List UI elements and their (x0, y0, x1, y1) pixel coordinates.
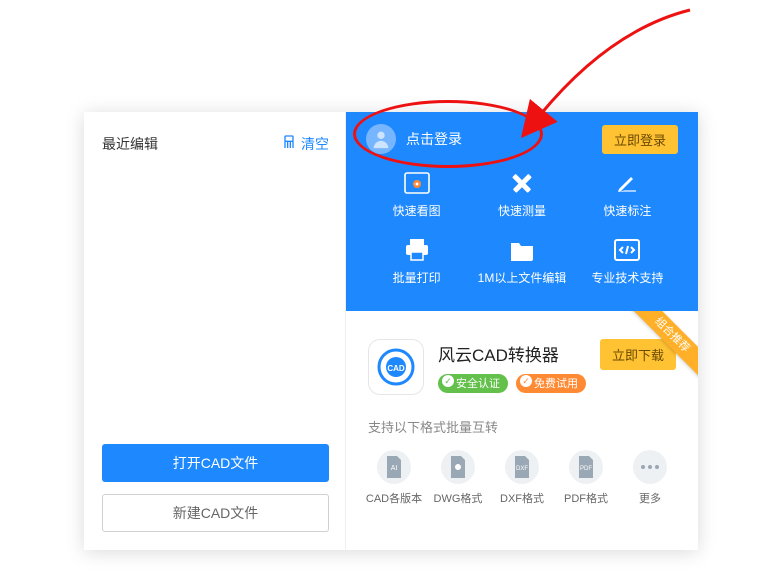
new-cad-button[interactable]: 新建CAD文件 (102, 494, 329, 532)
clear-icon (281, 134, 297, 155)
app-window: 最近编辑 清空 打开CAD文件 新建CAD文件 (84, 112, 698, 550)
right-pane: 点击登录 立即登录 快速看图 (346, 112, 698, 550)
blue-feature-block: 点击登录 立即登录 快速看图 (346, 112, 698, 311)
login-row: 点击登录 立即登录 (366, 112, 678, 166)
feature-grid: 快速看图 快速测量 (366, 166, 678, 286)
promo-info: 风云CAD转换器 安全认证 免费试用 (438, 341, 586, 393)
svg-text:CAD: CAD (387, 364, 405, 373)
left-header: 最近编辑 清空 (102, 130, 329, 158)
file-ai-icon: AI (377, 450, 411, 484)
folder-icon (509, 237, 535, 263)
file-pdf-icon: PDF (569, 450, 603, 484)
feature-quick-annotate[interactable]: 快速标注 (577, 170, 678, 219)
promo-title: 风云CAD转换器 (438, 341, 586, 366)
file-dwg-icon (441, 450, 475, 484)
ruler-cross-icon (509, 170, 535, 196)
login-now-button[interactable]: 立即登录 (602, 125, 678, 154)
format-row: AI CAD各版本 DWG格式 DXF DXF格式 (368, 450, 676, 506)
download-button[interactable]: 立即下载 (600, 339, 676, 370)
svg-text:PDF: PDF (580, 466, 592, 472)
badge-safe: 安全认证 (438, 374, 508, 393)
file-dxf-icon: DXF (505, 450, 539, 484)
svg-text:DXF: DXF (516, 466, 528, 472)
promo-top-row: CAD 风云CAD转换器 安全认证 免费试用 立即下载 (368, 339, 676, 395)
avatar-icon (366, 124, 396, 154)
promo-logo-icon: CAD (368, 339, 424, 395)
feature-quick-view[interactable]: 快速看图 (366, 170, 467, 219)
clear-button[interactable]: 清空 (281, 134, 329, 155)
open-cad-button[interactable]: 打开CAD文件 (102, 444, 329, 482)
support-text: 支持以下格式批量互转 (368, 417, 676, 436)
printer-icon (404, 237, 430, 263)
feature-pro-support[interactable]: 专业技术支持 (577, 237, 678, 286)
badge-free: 免费试用 (516, 374, 586, 393)
format-dwg[interactable]: DWG格式 (432, 450, 484, 506)
svg-text:AI: AI (391, 465, 398, 472)
recent-edits-title: 最近编辑 (102, 134, 158, 154)
feature-batch-print[interactable]: 批量打印 (366, 237, 467, 286)
left-pane: 最近编辑 清空 打开CAD文件 新建CAD文件 (84, 112, 346, 550)
click-login-label: 点击登录 (406, 129, 462, 149)
promo-badges: 安全认证 免费试用 (438, 374, 586, 393)
click-login[interactable]: 点击登录 (366, 124, 462, 154)
image-icon (404, 170, 430, 196)
feature-large-file-edit[interactable]: 1M以上文件编辑 (471, 237, 572, 286)
promo-panel: 组合推荐 CAD 风云CAD转换器 安全认证 免费试用 (346, 311, 698, 550)
code-icon (614, 237, 640, 263)
pencil-icon (614, 170, 640, 196)
more-icon (633, 450, 667, 484)
clear-label: 清空 (301, 134, 329, 154)
format-more[interactable]: 更多 (624, 450, 676, 506)
format-dxf[interactable]: DXF DXF格式 (496, 450, 548, 506)
format-pdf[interactable]: PDF PDF格式 (560, 450, 612, 506)
format-cad[interactable]: AI CAD各版本 (368, 450, 420, 506)
feature-quick-measure[interactable]: 快速测量 (471, 170, 572, 219)
